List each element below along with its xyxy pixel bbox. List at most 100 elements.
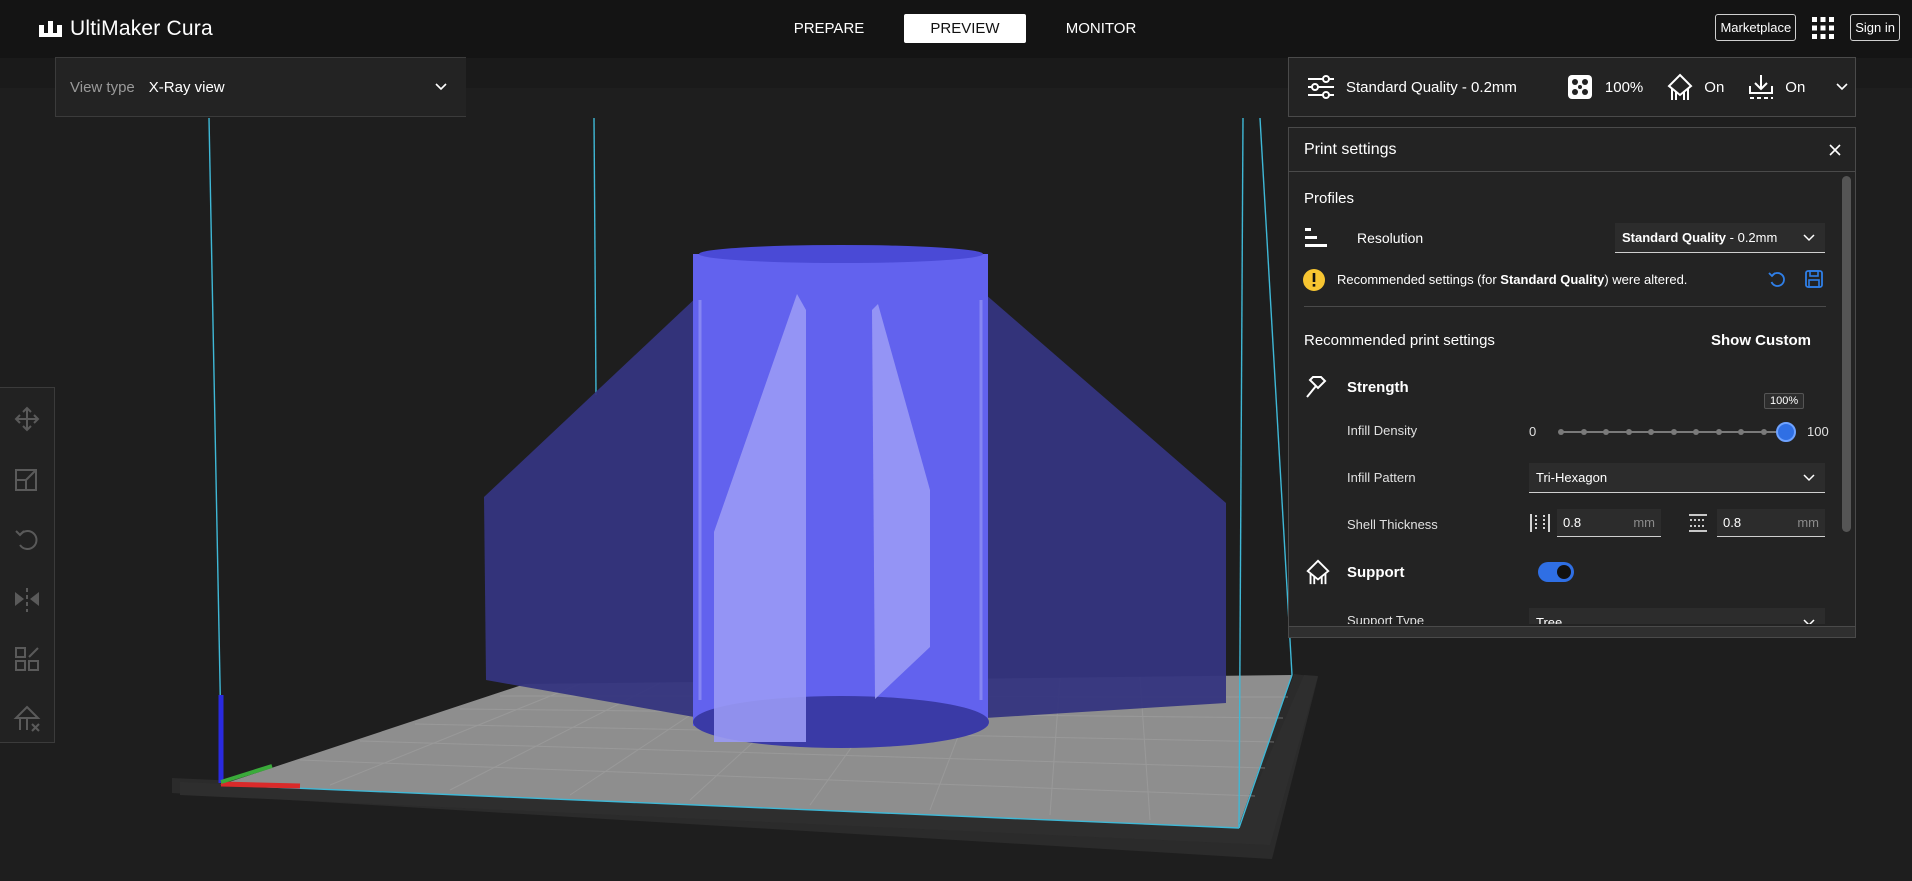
resolution-quality: Standard Quality [1622, 230, 1727, 245]
profiles-heading: Profiles [1304, 190, 1355, 207]
print-setup-summary[interactable]: Standard Quality - 0.2mm 100% On On [1288, 57, 1856, 117]
support-icon [1306, 559, 1330, 585]
wall-thickness-unit: mm [1633, 515, 1655, 530]
slider-tick [1625, 429, 1632, 435]
resolution-label: Resolution [1357, 230, 1424, 246]
infill-density-label: Infill Density [1347, 423, 1418, 438]
sliders-icon [1308, 75, 1334, 99]
infill-pattern-value: Tri-Hexagon [1536, 470, 1608, 485]
header-actions: Marketplace Sign in [1715, 14, 1900, 41]
move-tool-icon[interactable] [12, 404, 42, 434]
support-heading: Support [1347, 564, 1405, 581]
model-cylinder-top [699, 245, 983, 263]
warning-icon [1303, 269, 1325, 291]
support-blocker-icon[interactable] [12, 704, 42, 734]
recommended-heading: Recommended print settings [1304, 332, 1495, 349]
rotate-tool-icon[interactable] [12, 524, 42, 554]
infill-min-label: 0 [1529, 424, 1537, 439]
slider-tick [1670, 429, 1677, 435]
top-bottom-thickness-unit: mm [1797, 515, 1819, 530]
wall-thickness-input[interactable]: 0.8 mm [1557, 509, 1661, 537]
slider-tick [1648, 429, 1654, 435]
tab-monitor[interactable]: MONITOR [1040, 14, 1162, 43]
cura-window: UltiMaker Cura PREPARE PREVIEW MONITOR M… [0, 0, 1912, 881]
profile-summary: Standard Quality - 0.2mm [1346, 78, 1517, 96]
chevron-down-icon [1803, 233, 1815, 241]
model-right-wing[interactable] [985, 294, 1226, 718]
app-name: UltiMaker Cura [70, 17, 213, 40]
x-axis [220, 781, 301, 789]
chevron-down-icon [1803, 473, 1815, 481]
adhesion-icon [1749, 75, 1774, 99]
mirror-tool-icon[interactable] [12, 584, 42, 614]
infill-max-label: 100 [1807, 424, 1829, 439]
shell-thickness-label: Shell Thickness [1347, 517, 1438, 532]
panel-scrollbar[interactable] [1842, 176, 1851, 532]
resolution-dropdown-value: Standard Quality - 0.2mm [1615, 230, 1803, 245]
support-icon [1667, 73, 1693, 100]
scale-tool-icon[interactable] [12, 464, 42, 494]
infill-value-tooltip: 100% [1764, 393, 1805, 409]
chevron-down-icon[interactable] [1835, 80, 1849, 94]
model-left-wing[interactable] [484, 294, 700, 718]
slider-tick [1558, 429, 1564, 435]
ultimaker-logo-icon [39, 21, 62, 37]
resolution-icon [1305, 228, 1327, 247]
section-divider [1304, 306, 1826, 307]
panel-title: Print settings [1304, 141, 1397, 158]
top-bottom-thickness-icon [1689, 514, 1707, 532]
panel-header: Print settings [1289, 128, 1855, 172]
per-model-settings-icon[interactable] [12, 644, 42, 674]
close-icon[interactable] [1827, 142, 1843, 158]
infill-icon [1567, 75, 1592, 99]
view-type-value: X-Ray view [148, 78, 225, 96]
support-type-label: Support Type [1347, 613, 1425, 624]
resolution-dropdown[interactable]: Standard Quality - 0.2mm [1615, 223, 1825, 253]
support-type-value: Tree [1536, 615, 1563, 624]
resolution-layer-height: - 0.2mm [1726, 230, 1778, 245]
slider-tick [1738, 429, 1744, 435]
adhesion-summary: On [1785, 78, 1806, 96]
slider-tick [1603, 429, 1609, 435]
view-type-label: View type [70, 78, 135, 96]
marketplace-button[interactable]: Marketplace [1715, 14, 1797, 41]
infill-summary: 100% [1604, 78, 1644, 96]
support-summary: On [1704, 78, 1725, 96]
warning-suffix: ) were altered. [1604, 272, 1688, 287]
infill-slider-handle[interactable] [1776, 422, 1796, 442]
panel-resize-handle[interactable] [1289, 626, 1855, 637]
slider-tick [1760, 429, 1767, 435]
view-type-selector[interactable]: View type X-Ray view [55, 57, 466, 117]
stage-tabs: PREPARE PREVIEW MONITOR [768, 14, 1162, 43]
print-settings-panel: Print settings Profiles Resolution Stand… [1288, 127, 1856, 638]
tool-panel [0, 387, 55, 743]
altered-warning-text: Recommended settings (for Standard Quali… [1337, 272, 1687, 287]
support-toggle[interactable] [1538, 562, 1574, 582]
support-type-row: Support Type Tree [1289, 598, 1849, 624]
slider-tick [1715, 429, 1722, 435]
warning-prefix: Recommended settings (for [1337, 272, 1501, 287]
wall-thickness-value: 0.8 [1563, 515, 1582, 530]
warning-profile: Standard Quality [1500, 272, 1605, 287]
top-bottom-thickness-input[interactable]: 0.8 mm [1717, 509, 1825, 537]
hammer-icon [1306, 376, 1327, 398]
chevron-down-icon [1803, 618, 1815, 624]
top-bottom-thickness-value: 0.8 [1723, 515, 1742, 530]
strength-heading: Strength [1347, 379, 1409, 396]
support-type-dropdown[interactable]: Tree [1529, 608, 1825, 624]
sign-in-button[interactable]: Sign in [1850, 14, 1900, 41]
tab-preview[interactable]: PREVIEW [904, 14, 1026, 43]
toggle-knob [1557, 565, 1571, 579]
slider-tick [1580, 429, 1587, 435]
chevron-down-icon [435, 83, 447, 91]
reset-icon[interactable] [1767, 269, 1787, 289]
apps-grid-icon[interactable] [1810, 15, 1836, 41]
tab-prepare[interactable]: PREPARE [768, 14, 890, 43]
infill-pattern-label: Infill Pattern [1347, 470, 1416, 485]
show-custom-button[interactable]: Show Custom [1711, 332, 1811, 349]
infill-pattern-dropdown[interactable]: Tri-Hexagon [1529, 463, 1825, 493]
save-icon[interactable] [1804, 269, 1824, 289]
slider-tick [1693, 429, 1699, 435]
app-logo: UltiMaker Cura [38, 16, 213, 42]
top-bar: UltiMaker Cura PREPARE PREVIEW MONITOR M… [0, 0, 1912, 58]
